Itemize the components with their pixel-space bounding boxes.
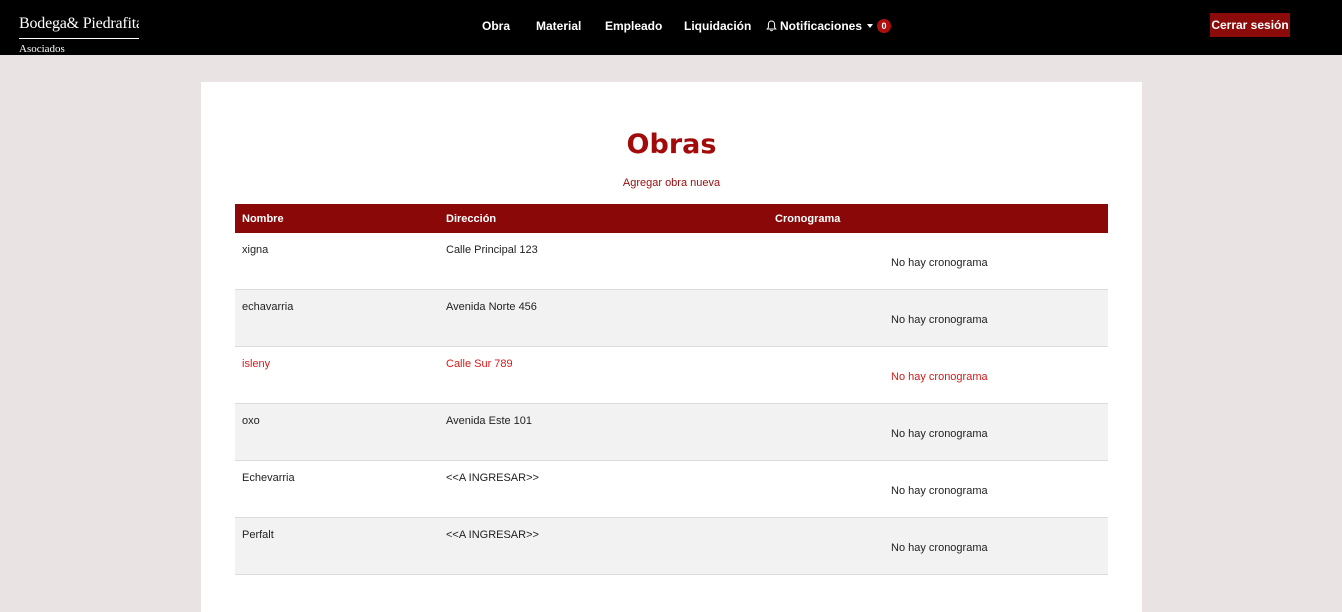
cell-direccion: Avenida Norte 456 — [446, 301, 537, 313]
cell-nombre: oxo — [242, 415, 260, 427]
cell-nombre: xigna — [242, 244, 269, 256]
table-row[interactable]: Perfalt <<A INGRESAR>> No hay cronograma — [235, 518, 1108, 575]
column-header-nombre: Nombre — [242, 213, 284, 225]
nav-obra[interactable]: Obra — [482, 19, 510, 33]
cell-direccion: Calle Principal 123 — [446, 244, 538, 256]
notifications-label: Notificaciones — [780, 19, 863, 33]
brand-divider — [19, 38, 139, 39]
cell-direccion: Avenida Este 101 — [446, 415, 533, 427]
brand-subtitle: Asociados — [19, 43, 65, 55]
brand-name: Bodega& Piedrafita — [19, 15, 139, 32]
cell-direccion: Calle Sur 789 — [446, 358, 513, 370]
cell-cronograma: No hay cronograma — [891, 485, 988, 497]
column-header-direccion: Dirección — [446, 213, 497, 225]
nav-liquidacion[interactable]: Liquidación — [684, 19, 751, 33]
page-title: Obras — [626, 129, 717, 160]
table-row[interactable]: xigna Calle Principal 123 No hay cronogr… — [235, 233, 1108, 290]
cell-cronograma: No hay cronograma — [891, 314, 988, 326]
bell-icon — [766, 20, 777, 32]
cell-cronograma: No hay cronograma — [891, 428, 988, 440]
cell-nombre: Perfalt — [242, 529, 274, 541]
table-row[interactable]: echavarria Avenida Norte 456 No hay cron… — [235, 290, 1108, 347]
obras-table: Nombre Dirección Cronograma xigna Calle … — [235, 204, 1108, 575]
cell-nombre: echavarria — [242, 301, 294, 313]
top-navbar: Bodega& Piedrafita Asociados Obra Materi… — [0, 0, 1342, 55]
cell-direccion: <<A INGRESAR>> — [446, 472, 539, 484]
cell-direccion: <<A INGRESAR>> — [446, 529, 539, 541]
nav-material[interactable]: Material — [536, 19, 581, 33]
logout-button[interactable]: Cerrar sesión — [1210, 13, 1290, 37]
content-card: Obras Agregar obra nueva Nombre Direcció… — [201, 82, 1142, 612]
column-header-cronograma: Cronograma — [775, 213, 841, 225]
cell-nombre: Echevarria — [242, 472, 295, 484]
table-row[interactable]: Echevarria <<A INGRESAR>> No hay cronogr… — [235, 461, 1108, 518]
nav-empleado[interactable]: Empleado — [605, 19, 662, 33]
cell-cronograma: No hay cronograma — [891, 257, 988, 269]
cell-nombre: isleny — [242, 358, 271, 370]
add-obra-link[interactable]: Agregar obra nueva — [201, 176, 1142, 190]
chevron-down-icon — [867, 24, 874, 28]
table-row[interactable]: oxo Avenida Este 101 No hay cronograma — [235, 404, 1108, 461]
notifications-dropdown[interactable]: Notificaciones 0 — [766, 17, 892, 35]
notifications-count-badge: 0 — [877, 19, 892, 33]
table-row[interactable]: isleny Calle Sur 789 No hay cronograma — [235, 347, 1108, 404]
cell-cronograma: No hay cronograma — [891, 371, 988, 383]
brand-logo[interactable]: Bodega& Piedrafita Asociados — [19, 14, 139, 55]
cell-cronograma: No hay cronograma — [891, 542, 988, 554]
table-header: Nombre Dirección Cronograma — [235, 204, 1108, 233]
